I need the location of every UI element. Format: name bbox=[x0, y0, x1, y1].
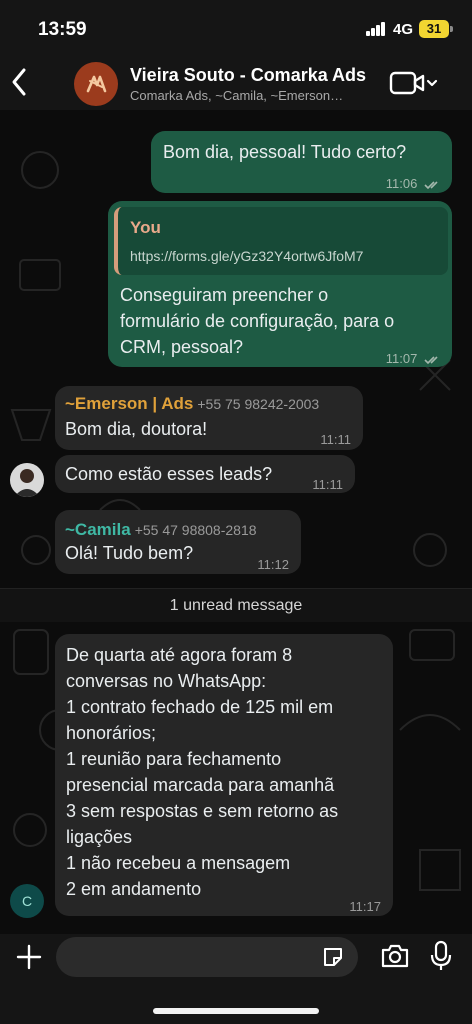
video-camera-icon[interactable] bbox=[389, 70, 439, 96]
sender-phone: +55 47 98808-2818 bbox=[134, 522, 257, 538]
sender-avatar-letter[interactable]: C bbox=[10, 884, 44, 918]
microphone-icon[interactable] bbox=[430, 940, 452, 972]
sender-line: ~Camila +55 47 98808-2818 bbox=[65, 516, 257, 543]
message-bubble-incoming[interactable]: De quarta até agora foram 8 conversas no… bbox=[55, 634, 393, 916]
sender-phone: +55 75 98242-2003 bbox=[197, 396, 320, 412]
message-time: 11:11 bbox=[320, 432, 351, 447]
network-label: 4G bbox=[393, 21, 414, 38]
sender-name[interactable]: ~Camila bbox=[65, 520, 131, 539]
status-bar: 13:59 4G 31 bbox=[0, 0, 472, 58]
message-bubble-outgoing[interactable]: Bom dia, pessoal! Tudo certo? 11:06 bbox=[151, 131, 452, 193]
composer-bar bbox=[0, 934, 472, 1024]
group-logo-icon bbox=[86, 75, 107, 93]
group-avatar[interactable] bbox=[74, 62, 118, 106]
message-time: 11:11 bbox=[312, 477, 343, 492]
camera-icon[interactable] bbox=[380, 942, 410, 970]
battery-icon: 31 bbox=[419, 20, 453, 38]
double-check-icon bbox=[424, 180, 438, 189]
quoted-message[interactable]: You https://forms.gle/yGz32Y4ortw6JfoM7 bbox=[114, 207, 448, 275]
message-text: Bom dia, doutora! bbox=[65, 419, 208, 439]
home-indicator bbox=[153, 1008, 319, 1014]
message-time: 11:12 bbox=[257, 557, 289, 572]
chat-header: Vieira Souto - Comarka Ads Comarka Ads, … bbox=[0, 58, 472, 110]
message-meta: 11:06 bbox=[386, 171, 442, 197]
message-list[interactable]: Bom dia, pessoal! Tudo certo? 11:06 You … bbox=[0, 110, 472, 934]
message-time: 11:17 bbox=[349, 899, 381, 914]
unread-divider: 1 unread message bbox=[0, 588, 472, 622]
sticker-icon[interactable] bbox=[321, 945, 345, 969]
chat-title[interactable]: Vieira Souto - Comarka Ads bbox=[130, 65, 366, 86]
message-text: De quarta até agora foram 8 conversas no… bbox=[66, 645, 339, 899]
sender-line: ~Emerson | Ads +55 75 98242-2003 bbox=[65, 390, 319, 417]
message-bubble-incoming[interactable]: Como estão esses leads? 11:11 bbox=[55, 455, 355, 493]
message-text: Bom dia, pessoal! Tudo certo? bbox=[163, 142, 407, 162]
message-input[interactable] bbox=[56, 937, 358, 977]
quoted-author: You bbox=[130, 218, 161, 237]
signal-icon bbox=[366, 22, 386, 36]
plus-icon[interactable] bbox=[16, 944, 42, 970]
message-text: Como estão esses leads? bbox=[65, 464, 273, 484]
chat-participants[interactable]: Comarka Ads, ~Camila, ~Emerson… bbox=[130, 88, 343, 103]
message-text: Olá! Tudo bem? bbox=[65, 543, 194, 563]
sender-avatar[interactable] bbox=[10, 463, 44, 497]
sender-name[interactable]: ~Emerson | Ads bbox=[65, 394, 193, 413]
message-bubble-outgoing-reply[interactable]: You https://forms.gle/yGz32Y4ortw6JfoM7 … bbox=[108, 201, 452, 367]
message-meta: 11:07 bbox=[386, 346, 442, 372]
quoted-link[interactable]: https://forms.gle/yGz32Y4ortw6JfoM7 bbox=[130, 243, 363, 269]
double-check-icon bbox=[424, 355, 438, 364]
chevron-left-icon[interactable] bbox=[8, 64, 32, 100]
clock: 13:59 bbox=[38, 19, 87, 40]
person-icon bbox=[10, 463, 44, 497]
message-bubble-incoming[interactable]: ~Camila +55 47 98808-2818 Olá! Tudo bem? … bbox=[55, 510, 301, 574]
message-bubble-incoming[interactable]: ~Emerson | Ads +55 75 98242-2003 Bom dia,… bbox=[55, 386, 363, 450]
